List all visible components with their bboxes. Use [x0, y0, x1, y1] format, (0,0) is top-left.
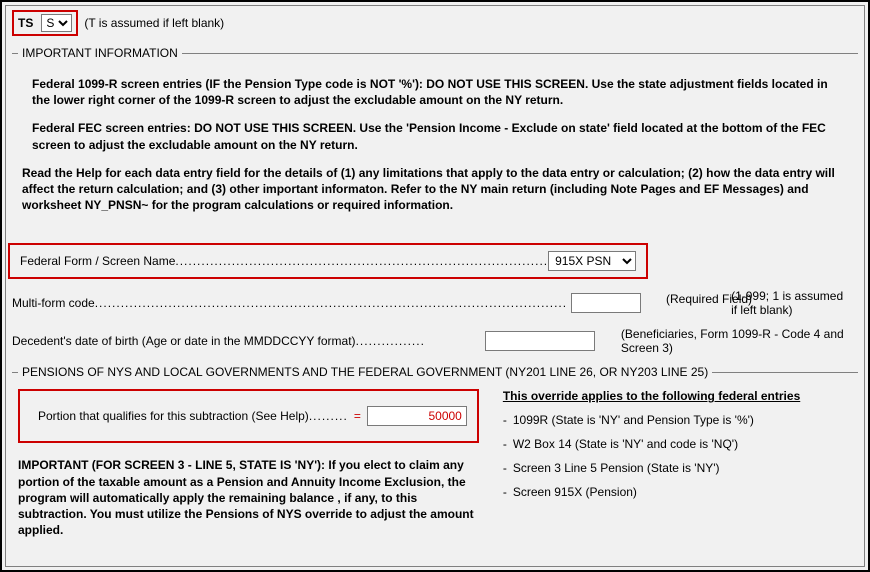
qualify-input[interactable] [367, 406, 467, 426]
dots: ................ [356, 334, 425, 348]
qualify-label: Portion that qualifies for this subtract… [38, 409, 309, 423]
form-screen: TS S (T is assumed if left blank) IMPORT… [0, 0, 870, 572]
important-p2: Federal FEC screen entries: DO NOT USE T… [32, 120, 844, 152]
entry-text: Screen 915X (Pension) [513, 485, 637, 499]
decedent-hint: (Beneficiaries, Form 1099-R - Code 4 and… [621, 327, 870, 355]
entry-text: W2 Box 14 (State is 'NY' and code is 'NQ… [513, 437, 738, 451]
federal-form-highlight: Federal Form / Screen Name .............… [8, 243, 648, 279]
dash-icon: - [503, 485, 507, 499]
federal-form-hint: (Required Field) [666, 292, 752, 306]
override-heading: This override applies to the following f… [503, 389, 852, 403]
override-entry: -1099R (State is 'NY' and Pension Type i… [503, 413, 852, 427]
qualify-highlight: Portion that qualifies for this subtract… [18, 389, 479, 443]
dash-icon: - [503, 461, 507, 475]
pensions-right: This override applies to the following f… [503, 389, 852, 509]
pensions-legend: PENSIONS OF NYS AND LOCAL GOVERNMENTS AN… [18, 365, 712, 379]
ts-label: TS [18, 16, 33, 30]
override-entry: -W2 Box 14 (State is 'NY' and code is 'N… [503, 437, 852, 451]
pensions-body: Portion that qualifies for this subtract… [18, 389, 852, 538]
important-p3: Read the Help for each data entry field … [22, 165, 844, 214]
important-info-group: IMPORTANT INFORMATION Federal 1099-R scr… [12, 46, 858, 225]
decedent-input[interactable] [485, 331, 595, 351]
entry-text: 1099R (State is 'NY' and Pension Type is… [513, 413, 754, 427]
federal-form-label: Federal Form / Screen Name [20, 254, 175, 268]
dots: ........................................… [95, 296, 567, 310]
dash-icon: - [503, 437, 507, 451]
multiform-label: Multi-form code [12, 296, 95, 310]
pensions-important-note: IMPORTANT (FOR SCREEN 3 - LINE 5, STATE … [18, 457, 479, 538]
federal-form-select[interactable]: 915X PSN [548, 251, 636, 271]
ts-select[interactable]: S [41, 14, 72, 32]
entry-text: Screen 3 Line 5 Pension (State is 'NY') [513, 461, 720, 475]
important-p1: Federal 1099-R screen entries (IF the Pe… [32, 76, 844, 108]
decedent-row: Decedent's date of birth (Age or date in… [12, 327, 870, 355]
ts-row: TS S (T is assumed if left blank) [12, 10, 858, 36]
multiform-input[interactable] [571, 293, 641, 313]
ts-hint: (T is assumed if left blank) [84, 16, 224, 30]
dots: ........................................… [175, 254, 548, 268]
equals-sign: = [348, 409, 367, 423]
override-entry: -Screen 3 Line 5 Pension (State is 'NY') [503, 461, 852, 475]
ts-highlight: TS S [12, 10, 78, 36]
decedent-label: Decedent's date of birth (Age or date in… [12, 334, 356, 348]
dots: ......... [309, 409, 348, 423]
override-entry: -Screen 915X (Pension) [503, 485, 852, 499]
important-info-legend: IMPORTANT INFORMATION [18, 46, 182, 60]
pensions-group: PENSIONS OF NYS AND LOCAL GOVERNMENTS AN… [12, 365, 858, 538]
pensions-left: Portion that qualifies for this subtract… [18, 389, 479, 538]
dash-icon: - [503, 413, 507, 427]
